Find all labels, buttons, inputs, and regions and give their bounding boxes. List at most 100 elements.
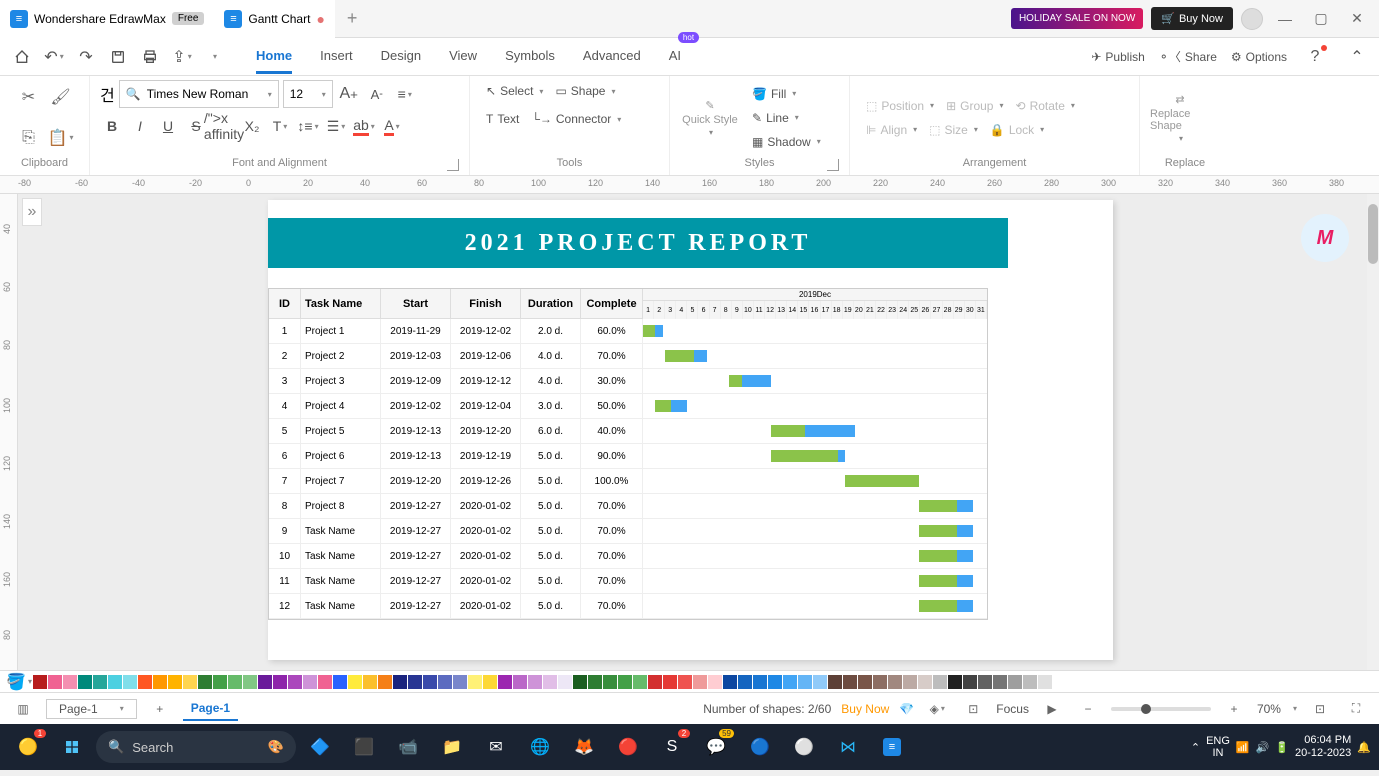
palette-swatch[interactable] xyxy=(858,675,872,689)
position-button[interactable]: ⬚Position▾ xyxy=(860,95,940,117)
palette-swatch[interactable] xyxy=(618,675,632,689)
palette-swatch[interactable] xyxy=(588,675,602,689)
palette-swatch[interactable] xyxy=(693,675,707,689)
palette-swatch[interactable] xyxy=(873,675,887,689)
tb-whatsapp[interactable]: 💬59 xyxy=(696,727,736,767)
palette-swatch[interactable] xyxy=(363,675,377,689)
share-button[interactable]: ⚬〈Share xyxy=(1159,48,1217,65)
align-button2[interactable]: ⊫Align▾ xyxy=(860,119,923,141)
replace-shape-button[interactable]: ⇄Replace Shape▾ xyxy=(1150,83,1210,153)
gantt-row[interactable]: 5Project 52019-12-132019-12-206.0 d.40.0… xyxy=(269,419,987,444)
palette-swatch[interactable] xyxy=(633,675,647,689)
user-avatar[interactable] xyxy=(1241,8,1263,30)
publish-button[interactable]: ✈Publish xyxy=(1091,50,1144,64)
copilot-icon[interactable]: 🟡1 xyxy=(8,727,48,767)
lock-button[interactable]: 🔒Lock▾ xyxy=(984,119,1050,141)
gantt-row[interactable]: 8Project 82019-12-272020-01-025.0 d.70.0… xyxy=(269,494,987,519)
tb-edge[interactable]: 🌐 xyxy=(520,727,560,767)
palette-swatch[interactable] xyxy=(243,675,257,689)
palette-swatch[interactable] xyxy=(798,675,812,689)
palette-swatch[interactable] xyxy=(333,675,347,689)
palette-swatch[interactable] xyxy=(198,675,212,689)
tb-app-4[interactable]: ⚪ xyxy=(784,727,824,767)
palette-swatch[interactable] xyxy=(348,675,362,689)
underline-button[interactable]: U xyxy=(156,114,180,138)
align-button[interactable]: ≡▾ xyxy=(393,82,417,106)
zoom-out-button[interactable]: − xyxy=(1075,696,1101,722)
palette-swatch[interactable] xyxy=(813,675,827,689)
tab-advanced[interactable]: Advanced xyxy=(583,40,641,74)
tb-skype[interactable]: S2 xyxy=(652,727,692,767)
palette-swatch[interactable] xyxy=(273,675,287,689)
redo-button[interactable]: ↷ xyxy=(72,43,100,71)
add-page-button[interactable]: + xyxy=(147,696,173,722)
play-button[interactable]: ▶ xyxy=(1039,696,1065,722)
palette-swatch[interactable] xyxy=(723,675,737,689)
report-title[interactable]: 2021 PROJECT REPORT xyxy=(268,218,1008,268)
gantt-row[interactable]: 4Project 42019-12-022019-12-043.0 d.50.0… xyxy=(269,394,987,419)
tb-mail[interactable]: ✉ xyxy=(476,727,516,767)
help-button[interactable]: ? xyxy=(1301,43,1329,71)
fit-page-button[interactable]: ⊡ xyxy=(1307,696,1333,722)
start-button[interactable] xyxy=(52,727,92,767)
palette-swatch[interactable] xyxy=(93,675,107,689)
tb-app-3[interactable]: 📹 xyxy=(388,727,428,767)
palette-swatch[interactable] xyxy=(1008,675,1022,689)
palette-swatch[interactable] xyxy=(1053,675,1067,689)
palette-swatch[interactable] xyxy=(108,675,122,689)
wifi-icon[interactable]: 📶 xyxy=(1236,741,1250,754)
palette-swatch[interactable] xyxy=(318,675,332,689)
clock[interactable]: 06:04 PM20-12-2023 xyxy=(1295,734,1351,760)
collapse-ribbon-button[interactable]: ⌃ xyxy=(1343,43,1371,71)
gantt-row[interactable]: 11Task Name2019-12-272020-01-025.0 d.70.… xyxy=(269,569,987,594)
font-size-select[interactable]: 12▾ xyxy=(283,80,333,108)
palette-swatch[interactable] xyxy=(903,675,917,689)
gantt-row[interactable]: 10Task Name2019-12-272020-01-025.0 d.70.… xyxy=(269,544,987,569)
styles-expand-icon[interactable] xyxy=(827,159,839,171)
buy-now-button[interactable]: 🛒 Buy Now xyxy=(1151,7,1233,30)
palette-swatch[interactable] xyxy=(483,675,497,689)
gantt-chart[interactable]: ID Task Name Start Finish Duration Compl… xyxy=(268,288,988,620)
pages-icon[interactable]: ▥ xyxy=(10,696,36,722)
gantt-row[interactable]: 2Project 22019-12-032019-12-064.0 d.70.0… xyxy=(269,344,987,369)
page[interactable]: 2021 PROJECT REPORT ID Task Name Start F… xyxy=(268,200,1113,660)
line-button[interactable]: ✎Line▾ xyxy=(746,107,827,129)
floating-assistant-button[interactable]: M xyxy=(1301,214,1349,262)
tb-vscode[interactable]: ⋈ xyxy=(828,727,868,767)
buy-now-link[interactable]: Buy Now xyxy=(841,702,889,716)
close-button[interactable]: ✕ xyxy=(1343,5,1371,33)
paste-button[interactable]: 📋▾ xyxy=(48,125,74,151)
palette-swatch[interactable] xyxy=(1038,675,1052,689)
size-button[interactable]: ⬚Size▾ xyxy=(923,119,984,141)
palette-swatch[interactable] xyxy=(993,675,1007,689)
volume-icon[interactable]: 🔊 xyxy=(1256,741,1270,754)
new-tab-button[interactable]: + xyxy=(335,8,370,29)
palette-swatch[interactable] xyxy=(738,675,752,689)
bucket-icon[interactable]: 🪣▾ xyxy=(6,669,32,695)
palette-swatch[interactable] xyxy=(33,675,47,689)
home-icon-button[interactable] xyxy=(8,43,36,71)
holiday-banner[interactable]: HOLIDAY SALE ON NOW xyxy=(1011,8,1143,29)
vertical-scrollbar[interactable] xyxy=(1367,194,1379,670)
palette-swatch[interactable] xyxy=(558,675,572,689)
palette-swatch[interactable] xyxy=(468,675,482,689)
tb-explorer[interactable]: 📁 xyxy=(432,727,472,767)
gantt-row[interactable]: 9Task Name2019-12-272020-01-025.0 d.70.0… xyxy=(269,519,987,544)
tab-insert[interactable]: Insert xyxy=(320,40,353,74)
more-button[interactable]: ▾ xyxy=(200,43,228,71)
copy-button[interactable]: ⎘ xyxy=(16,125,42,151)
palette-swatch[interactable] xyxy=(963,675,977,689)
font-family-select[interactable]: 🔍Times New Roman▾ xyxy=(119,80,279,108)
tb-edraw[interactable]: ≡ xyxy=(872,727,912,767)
taskbar-search[interactable]: 🔍Search🎨 xyxy=(96,731,296,763)
font-expand-icon[interactable] xyxy=(447,159,459,171)
battery-icon[interactable]: 🔋 xyxy=(1275,741,1289,754)
gantt-row[interactable]: 6Project 62019-12-132019-12-195.0 d.90.0… xyxy=(269,444,987,469)
gantt-row[interactable]: 12Task Name2019-12-272020-01-025.0 d.70.… xyxy=(269,594,987,619)
panel-expand-button[interactable]: » xyxy=(22,198,42,226)
palette-swatch[interactable] xyxy=(438,675,452,689)
shape-tool[interactable]: ▭ Shape▾ xyxy=(549,80,621,102)
palette-swatch[interactable] xyxy=(573,675,587,689)
line-spacing-button[interactable]: ↕≡▾ xyxy=(296,114,320,138)
highlight-button[interactable]: ab▾ xyxy=(352,114,376,138)
